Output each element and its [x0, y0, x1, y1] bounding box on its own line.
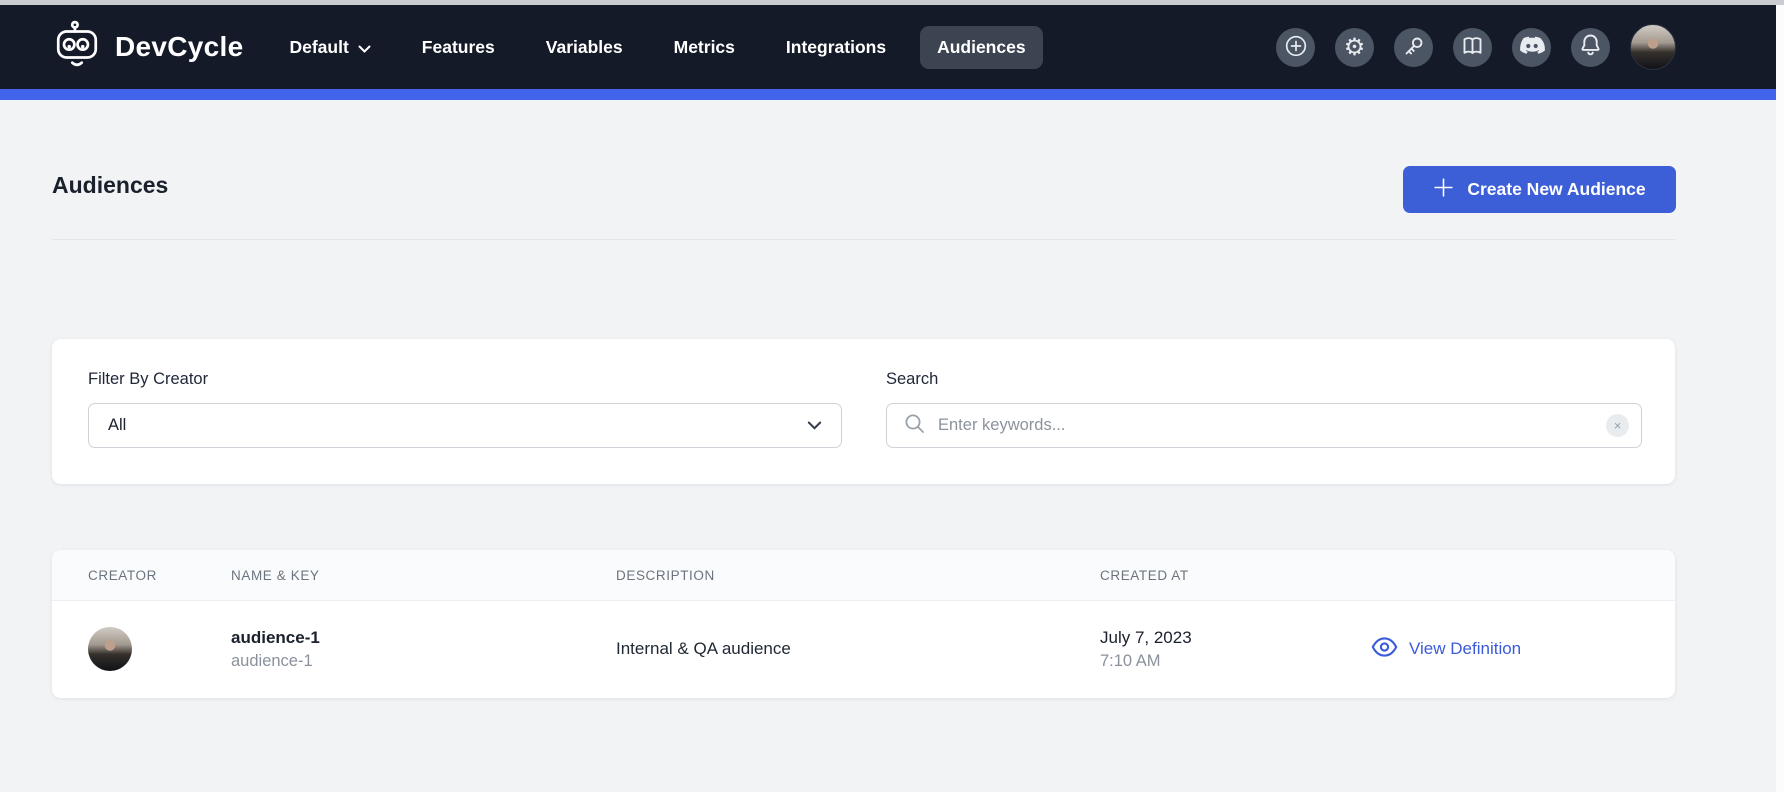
search-input[interactable] [938, 416, 1593, 435]
settings-button[interactable]: ⚙ [1335, 28, 1374, 67]
audiences-table: CREATOR NAME & KEY DESCRIPTION CREATED A… [52, 550, 1675, 698]
created-date: July 7, 2023 [1100, 625, 1371, 651]
plus-icon [1433, 177, 1454, 203]
view-definition-button[interactable]: View Definition [1371, 637, 1521, 662]
name-key-cell: audience-1 audience-1 [231, 625, 616, 674]
creator-cell [88, 627, 231, 671]
discord-button[interactable] [1512, 28, 1551, 67]
view-definition-label: View Definition [1409, 639, 1521, 659]
plus-circle-icon [1284, 34, 1308, 61]
search-icon [904, 413, 925, 439]
docs-button[interactable] [1453, 28, 1492, 67]
audience-key: audience-1 [231, 650, 616, 673]
header-divider [52, 239, 1675, 240]
filter-card: Filter By Creator All Search × [52, 339, 1675, 484]
navbar-actions: ⚙ [1276, 24, 1676, 70]
top-navbar: DevCycle Default Features Variables Metr… [0, 5, 1784, 89]
clear-search-button[interactable]: × [1606, 414, 1629, 437]
accent-bar [0, 89, 1784, 100]
column-header-creator: CREATOR [88, 568, 231, 583]
scrollbar-track[interactable] [1776, 5, 1784, 792]
browser-edge-strip [0, 0, 1784, 5]
chevron-down-icon [807, 421, 822, 430]
created-time: 7:10 AM [1100, 650, 1371, 673]
created-at-cell: July 7, 2023 7:10 AM [1100, 625, 1371, 674]
gear-icon: ⚙ [1344, 35, 1366, 59]
filter-by-creator-label: Filter By Creator [88, 370, 842, 389]
creator-filter-value: All [108, 416, 126, 435]
table-row: audience-1 audience-1 Internal & QA audi… [52, 601, 1675, 697]
project-selector[interactable]: Default [289, 37, 370, 58]
create-new-audience-label: Create New Audience [1467, 179, 1645, 200]
creator-filter-select[interactable]: All [88, 403, 842, 448]
create-new-audience-button[interactable]: Create New Audience [1403, 166, 1676, 213]
create-quick-button[interactable] [1276, 28, 1315, 67]
project-selector-label: Default [289, 37, 348, 58]
search-group: Search × [886, 370, 1642, 448]
notifications-button[interactable] [1571, 28, 1610, 67]
actions-cell: View Definition [1371, 637, 1675, 662]
nav-metrics[interactable]: Metrics [674, 37, 735, 58]
search-box: × [886, 403, 1642, 448]
api-keys-button[interactable] [1394, 28, 1433, 67]
column-header-name-key: NAME & KEY [231, 568, 616, 583]
search-label: Search [886, 370, 1642, 389]
nav-variables[interactable]: Variables [546, 37, 623, 58]
chevron-down-icon [358, 37, 371, 58]
column-header-description: DESCRIPTION [616, 568, 1100, 583]
eye-icon [1371, 637, 1398, 662]
brand-logo[interactable]: DevCycle [52, 20, 243, 75]
bell-icon [1579, 33, 1602, 61]
close-icon: × [1614, 419, 1622, 432]
audience-name: audience-1 [231, 625, 616, 651]
key-icon [1402, 34, 1426, 61]
nav-audiences[interactable]: Audiences [920, 26, 1043, 69]
page-title: Audiences [52, 172, 168, 199]
filter-by-creator-group: Filter By Creator All [88, 370, 842, 448]
nav-integrations[interactable]: Integrations [786, 37, 886, 58]
creator-avatar [88, 627, 132, 671]
description-cell: Internal & QA audience [616, 639, 1100, 659]
column-header-created-at: CREATED AT [1100, 568, 1371, 583]
user-avatar[interactable] [1630, 24, 1676, 70]
discord-icon [1519, 36, 1545, 59]
nav-features[interactable]: Features [422, 37, 495, 58]
brand-name: DevCycle [115, 31, 243, 63]
book-icon [1460, 35, 1485, 60]
main-nav: Default Features Variables Metrics Integ… [289, 37, 1025, 58]
table-header-row: CREATOR NAME & KEY DESCRIPTION CREATED A… [52, 550, 1675, 601]
devcycle-robot-icon [52, 20, 102, 75]
